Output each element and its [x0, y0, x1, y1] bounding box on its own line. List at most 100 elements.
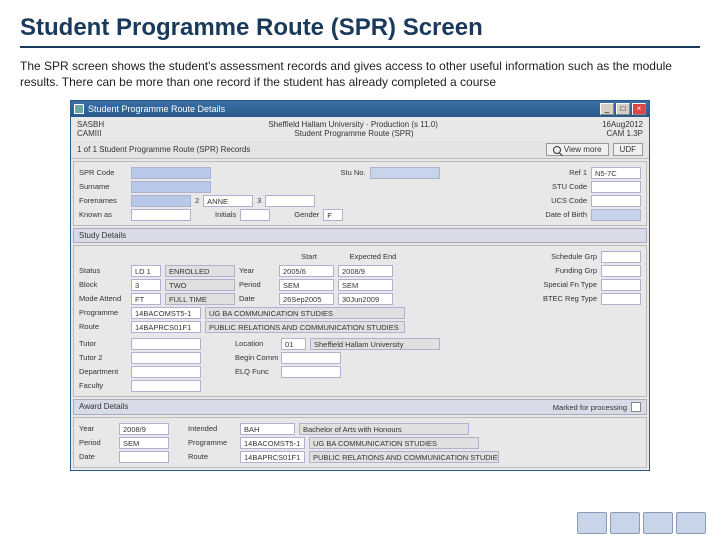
date-end-field[interactable]: 30Jun2009 — [338, 293, 393, 305]
btec-field[interactable] — [601, 293, 641, 305]
surname-field[interactable] — [131, 181, 211, 193]
header-bar: SASBH Sheffield Hallam University · Prod… — [71, 117, 649, 141]
search-icon — [553, 146, 561, 154]
btec-label: BTEC Reg Type — [543, 294, 597, 303]
forename3-label: 3 — [257, 196, 261, 205]
thumb-2[interactable] — [610, 512, 640, 534]
award-hdr-label: Award Details — [79, 402, 128, 412]
identity-panel: SPR Code Stu No. Ref 1 N5-7C Surname STU… — [73, 161, 647, 226]
mode-code-field[interactable]: FT — [131, 293, 161, 305]
award-period-field[interactable]: SEM — [119, 437, 169, 449]
forename3-field[interactable] — [265, 195, 315, 207]
block-code-field[interactable]: 3 — [131, 279, 161, 291]
special-fn-field[interactable] — [601, 279, 641, 291]
faculty-field[interactable] — [131, 380, 201, 392]
close-button[interactable]: × — [632, 103, 646, 115]
stu-code-label: STU Code — [552, 182, 587, 191]
window-titlebar[interactable]: Student Programme Route Details _ □ × — [71, 101, 649, 117]
expend-col-label: Expected End — [343, 252, 403, 261]
view-more-button[interactable]: View more — [546, 143, 609, 156]
ref1-field[interactable]: N5-7C — [591, 167, 641, 179]
funding-grp-field[interactable] — [601, 265, 641, 277]
route-label: Route — [79, 322, 127, 331]
gender-field[interactable]: F — [323, 209, 343, 221]
stu-code-field[interactable] — [591, 181, 641, 193]
begin-comm-field[interactable] — [281, 352, 341, 364]
elq-field[interactable] — [281, 366, 341, 378]
view-more-label: View more — [564, 145, 602, 154]
period-end-field[interactable]: SEM — [338, 279, 393, 291]
hdr-left2: CAMIII — [77, 129, 101, 138]
page-title: Student Programme Route (SPR) Screen — [20, 14, 700, 48]
dob-field[interactable] — [591, 209, 641, 221]
programme-label: Programme — [79, 308, 127, 317]
award-date-field[interactable] — [119, 451, 169, 463]
hdr-center: Sheffield Hallam University · Production… — [104, 120, 602, 129]
department-field[interactable] — [131, 366, 201, 378]
year-start-field[interactable]: 2005/6 — [279, 265, 334, 277]
mode-label: Mode Attend — [79, 294, 127, 303]
year-end-field[interactable]: 2008/9 — [338, 265, 393, 277]
tutor-field[interactable] — [131, 338, 201, 350]
tutor2-field[interactable] — [131, 352, 201, 364]
programme-code-field[interactable]: 14BACOMST5-1 — [131, 307, 201, 319]
intro-text: The SPR screen shows the student's asses… — [20, 58, 700, 90]
route-code-field[interactable]: 14BAPRCS01F1 — [131, 321, 201, 333]
start-col-label: Start — [279, 252, 339, 261]
award-prog-desc-field: UG BA COMMUNICATION STUDIES — [309, 437, 479, 449]
marked-processing-checkbox[interactable] — [631, 402, 641, 412]
begin-comm-label: Begin Comm — [235, 353, 277, 362]
initials-field[interactable] — [240, 209, 270, 221]
known-as-field[interactable] — [131, 209, 191, 221]
route-desc-field: PUBLIC RELATIONS AND COMMUNICATION STUDI… — [205, 321, 405, 333]
ucs-code-field[interactable] — [591, 195, 641, 207]
schedule-grp-field[interactable] — [601, 251, 641, 263]
tutor-label: Tutor — [79, 339, 127, 348]
maximize-button[interactable]: □ — [616, 103, 630, 115]
minimize-button[interactable]: _ — [600, 103, 614, 115]
award-prog-label: Programme — [188, 438, 236, 447]
award-year-field[interactable]: 2008/9 — [119, 423, 169, 435]
thumb-1[interactable] — [577, 512, 607, 534]
dob-label: Date of Birth — [545, 210, 587, 219]
hdr-left: SASBH — [77, 120, 104, 129]
location-code-field[interactable]: 01 — [281, 338, 306, 350]
location-label: Location — [235, 339, 277, 348]
year-label: Year — [239, 266, 275, 275]
award-route-code-field[interactable]: 14BAPRCS01F1 — [240, 451, 305, 463]
award-date-label: Date — [79, 452, 115, 461]
ref1-label: Ref 1 — [569, 168, 587, 177]
intended-label: Intended — [188, 424, 236, 433]
hdr-center2: Student Programme Route (SPR) — [101, 129, 606, 138]
period-start-field[interactable]: SEM — [279, 279, 334, 291]
forename2-field[interactable]: ANNE — [203, 195, 253, 207]
window-title: Student Programme Route Details — [88, 104, 600, 114]
thumb-4[interactable] — [676, 512, 706, 534]
stu-no-field[interactable] — [370, 167, 440, 179]
forenames-label: Forenames — [79, 196, 127, 205]
spr-code-field[interactable] — [131, 167, 211, 179]
hdr-right: 16Aug2012 — [602, 120, 643, 129]
thumb-3[interactable] — [643, 512, 673, 534]
schedule-grp-label: Schedule Grp — [551, 252, 597, 261]
surname-label: Surname — [79, 182, 127, 191]
intended-code-field[interactable]: BAH — [240, 423, 295, 435]
udf-button[interactable]: UDF — [613, 143, 643, 156]
stu-no-label: Stu No. — [341, 168, 366, 177]
toolbar: 1 of 1 Student Programme Route (SPR) Rec… — [71, 141, 649, 159]
forename1-field[interactable] — [131, 195, 191, 207]
award-route-label: Route — [188, 452, 236, 461]
date-start-field[interactable]: 26Sep2005 — [279, 293, 334, 305]
award-prog-code-field[interactable]: 14BACOMST5-1 — [240, 437, 305, 449]
block-desc-field: TWO — [165, 279, 235, 291]
intended-desc-field: Bachelor of Arts with Honours — [299, 423, 469, 435]
spr-code-label: SPR Code — [79, 168, 127, 177]
award-period-label: Period — [79, 438, 115, 447]
period-label: Period — [239, 280, 275, 289]
location-desc-field: Sheffield Hallam University — [310, 338, 440, 350]
marked-processing-label: Marked for processing — [553, 403, 627, 412]
status-code-field[interactable]: LD 1 — [131, 265, 161, 277]
block-label: Block — [79, 280, 127, 289]
date-label: Date — [239, 294, 275, 303]
ucs-code-label: UCS Code — [551, 196, 587, 205]
